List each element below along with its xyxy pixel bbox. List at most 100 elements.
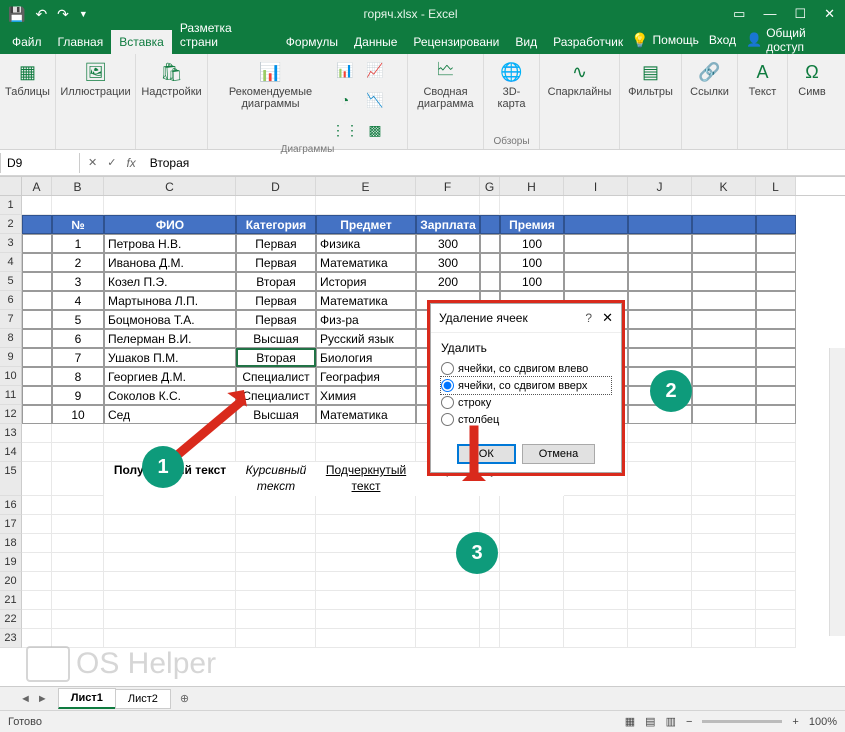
help-label[interactable]: Помощь: [653, 33, 699, 47]
cell[interactable]: Первая: [236, 253, 316, 272]
cell[interactable]: Категория: [236, 215, 316, 234]
cell[interactable]: [692, 462, 756, 496]
cell[interactable]: [104, 496, 236, 515]
help-icon[interactable]: 💡: [631, 32, 648, 49]
chart-bar-icon[interactable]: 📊: [333, 58, 357, 82]
chart-pie-icon[interactable]: ◔: [333, 88, 357, 112]
zoom-in-icon[interactable]: +: [792, 716, 798, 728]
cell[interactable]: Боцмонова Т.А.: [104, 310, 236, 329]
formula-input[interactable]: Вторая: [144, 153, 845, 173]
cell[interactable]: Первая: [236, 234, 316, 253]
cell[interactable]: [500, 553, 564, 572]
cell[interactable]: [480, 215, 500, 234]
login-label[interactable]: Вход: [709, 33, 736, 47]
tab-data[interactable]: Данные: [346, 30, 405, 54]
cell[interactable]: [480, 496, 500, 515]
row-header[interactable]: 3: [0, 234, 22, 253]
cell[interactable]: [756, 443, 796, 462]
cell[interactable]: [692, 534, 756, 553]
cell[interactable]: [22, 234, 52, 253]
cell[interactable]: [22, 272, 52, 291]
chart-scatter-icon[interactable]: ⋮⋮: [333, 118, 357, 142]
row-header[interactable]: 9: [0, 348, 22, 367]
cell[interactable]: 100: [500, 272, 564, 291]
cell[interactable]: [692, 443, 756, 462]
illustrations-button[interactable]: 🖼 Иллюстрации: [58, 58, 132, 100]
cell[interactable]: [236, 196, 316, 215]
cell[interactable]: [756, 196, 796, 215]
cell[interactable]: [628, 329, 692, 348]
cell[interactable]: [756, 329, 796, 348]
cell[interactable]: [22, 591, 52, 610]
cell[interactable]: [480, 272, 500, 291]
cell[interactable]: [692, 196, 756, 215]
cell[interactable]: [104, 591, 236, 610]
cell[interactable]: [628, 291, 692, 310]
recommended-charts-button[interactable]: 📊 Рекомендуемые диаграммы: [214, 58, 327, 142]
cell[interactable]: [756, 462, 796, 496]
cell[interactable]: [564, 534, 628, 553]
row-header[interactable]: 21: [0, 591, 22, 610]
cell[interactable]: [52, 443, 104, 462]
cell[interactable]: [316, 629, 416, 648]
cell[interactable]: [52, 196, 104, 215]
cell[interactable]: [692, 572, 756, 591]
cell[interactable]: Высшая: [236, 329, 316, 348]
cell[interactable]: [564, 553, 628, 572]
cell[interactable]: Биология: [316, 348, 416, 367]
column-header-H[interactable]: H: [500, 177, 564, 195]
radio-entire-column[interactable]: столбец: [441, 411, 611, 428]
cell[interactable]: [692, 496, 756, 515]
cell[interactable]: [500, 572, 564, 591]
redo-icon[interactable]: ↷: [57, 6, 69, 23]
pivot-chart-button[interactable]: 🗠 Сводная диаграмма: [414, 58, 477, 112]
cell[interactable]: [692, 291, 756, 310]
column-header-K[interactable]: K: [692, 177, 756, 195]
column-header-B[interactable]: B: [52, 177, 104, 195]
cell[interactable]: [564, 234, 628, 253]
cell[interactable]: [480, 196, 500, 215]
cell[interactable]: [236, 629, 316, 648]
cell[interactable]: [236, 534, 316, 553]
filters-button[interactable]: ▤ Фильтры: [626, 58, 675, 100]
dialog-close-icon[interactable]: ✕: [602, 310, 613, 326]
column-header-D[interactable]: D: [236, 177, 316, 195]
cell[interactable]: [22, 215, 52, 234]
cell[interactable]: [22, 572, 52, 591]
cell[interactable]: [22, 348, 52, 367]
cell[interactable]: Русский язык: [316, 329, 416, 348]
cell[interactable]: [236, 591, 316, 610]
cell[interactable]: [22, 610, 52, 629]
cell[interactable]: [104, 572, 236, 591]
symbols-button[interactable]: Ω Симв: [796, 58, 828, 100]
cell[interactable]: История: [316, 272, 416, 291]
cell[interactable]: [756, 629, 796, 648]
cell[interactable]: [628, 496, 692, 515]
row-header[interactable]: 12: [0, 405, 22, 424]
cell[interactable]: [416, 515, 480, 534]
row-header[interactable]: 14: [0, 443, 22, 462]
tab-layout[interactable]: Разметка страни: [172, 16, 278, 54]
cell[interactable]: Иванова Д.М.: [104, 253, 236, 272]
row-header[interactable]: 4: [0, 253, 22, 272]
cell[interactable]: [52, 591, 104, 610]
cell[interactable]: Физика: [316, 234, 416, 253]
cell[interactable]: [22, 329, 52, 348]
tab-insert[interactable]: Вставка: [111, 30, 172, 54]
cancel-button[interactable]: Отмена: [522, 444, 595, 464]
cell[interactable]: [628, 348, 692, 367]
cell[interactable]: 2: [52, 253, 104, 272]
links-button[interactable]: 🔗 Ссылки: [688, 58, 731, 100]
cell[interactable]: [756, 534, 796, 553]
view-normal-icon[interactable]: ▦: [625, 715, 635, 728]
addins-button[interactable]: 🛍 Надстройки: [139, 58, 203, 100]
cell[interactable]: [236, 610, 316, 629]
cell[interactable]: Химия: [316, 386, 416, 405]
cell[interactable]: [692, 515, 756, 534]
cell[interactable]: [316, 443, 416, 462]
cell[interactable]: Математика: [316, 291, 416, 310]
cell[interactable]: 200: [416, 272, 480, 291]
column-headers[interactable]: ABCDEFGHIJKL: [22, 176, 845, 196]
cell[interactable]: [316, 515, 416, 534]
cell[interactable]: [692, 348, 756, 367]
